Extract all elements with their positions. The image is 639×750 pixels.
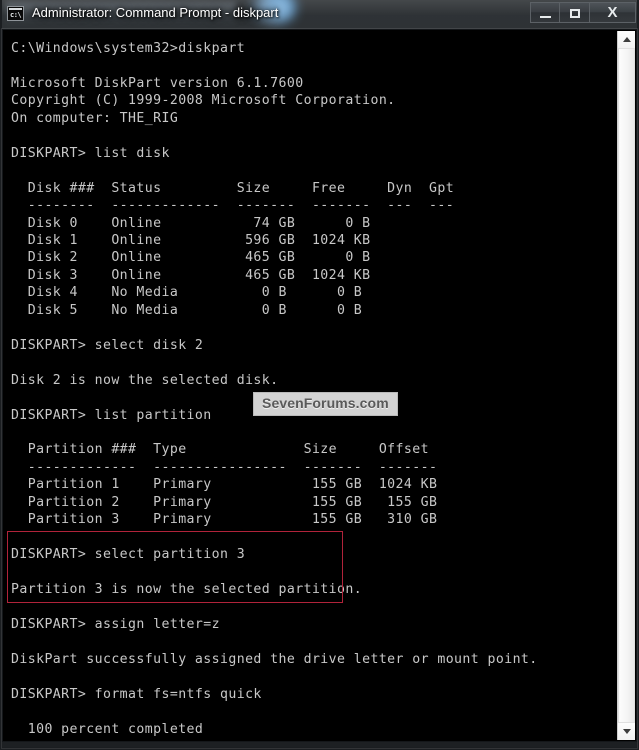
console-output-surface[interactable]: C:\Windows\system32>diskpart Microsoft D… bbox=[4, 31, 618, 740]
scrollbar-track[interactable] bbox=[618, 48, 635, 723]
command-prompt-window: c:\ Administrator: Command Prompt - disk… bbox=[0, 0, 639, 750]
maximize-button[interactable] bbox=[560, 2, 590, 23]
scroll-up-button[interactable] bbox=[618, 31, 635, 48]
close-button[interactable]: X bbox=[590, 2, 636, 23]
cmd-icon[interactable]: c:\ bbox=[7, 6, 24, 21]
window-title: Administrator: Command Prompt - diskpart bbox=[32, 5, 279, 20]
minimize-icon bbox=[540, 16, 551, 18]
close-icon: X bbox=[607, 4, 618, 21]
maximize-icon bbox=[570, 9, 580, 18]
console-output-text: C:\Windows\system32>diskpart Microsoft D… bbox=[11, 41, 538, 737]
scrollbar-thumb[interactable] bbox=[618, 48, 635, 723]
scroll-up-arrow-icon bbox=[623, 37, 631, 42]
cmd-icon-titlebar-stripe bbox=[9, 8, 22, 10]
console-scrollbar[interactable] bbox=[617, 31, 635, 740]
title-bar[interactable]: c:\ Administrator: Command Prompt - disk… bbox=[0, 0, 639, 28]
minimize-button[interactable] bbox=[530, 2, 560, 23]
caption-button-group: X bbox=[530, 2, 636, 24]
cmd-icon-prompt-glyph: c:\ bbox=[10, 11, 22, 19]
watermark-sevenforums: SevenForums.com bbox=[253, 392, 398, 416]
scroll-down-button[interactable] bbox=[618, 723, 635, 740]
console-client-area: C:\Windows\system32>diskpart Microsoft D… bbox=[2, 29, 637, 742]
scroll-down-arrow-icon bbox=[623, 729, 631, 734]
